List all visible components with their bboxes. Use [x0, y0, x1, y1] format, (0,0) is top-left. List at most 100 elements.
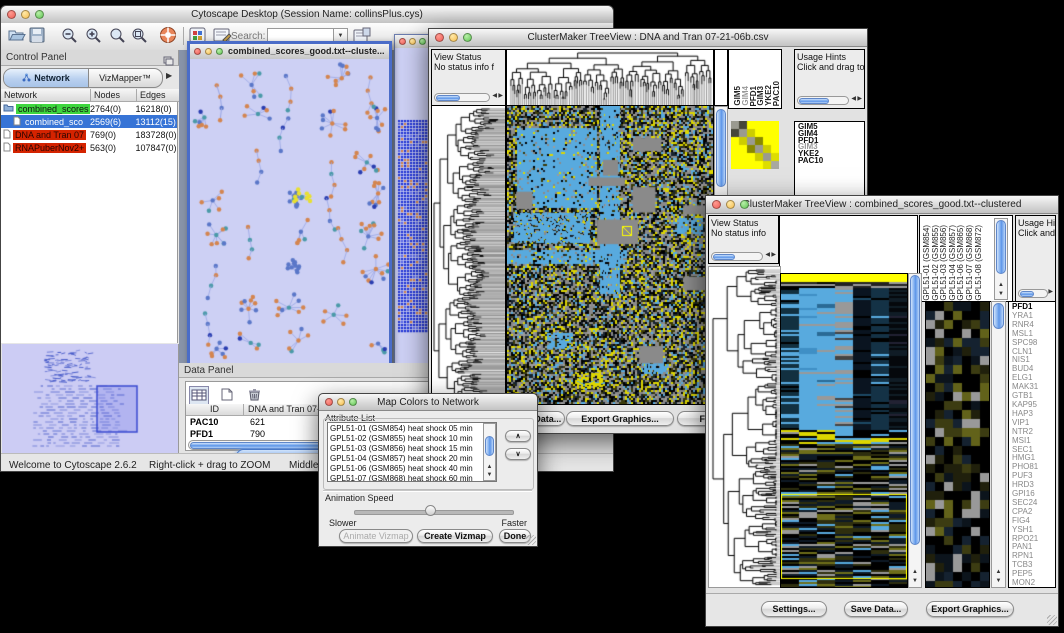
tv1-summary-matrix[interactable]: [731, 121, 779, 169]
tv2-save-data-button[interactable]: Save Data...: [844, 601, 908, 617]
tab-overflow-button[interactable]: ▶: [166, 71, 172, 80]
tv1-vs-hscroll[interactable]: [434, 93, 490, 102]
scroll-thumb[interactable]: [485, 436, 494, 456]
tv2-heatmap[interactable]: [780, 273, 908, 588]
attribute-list-vscroll[interactable]: ▲ ▼: [483, 423, 496, 481]
minimize-button[interactable]: [726, 200, 735, 209]
network-view[interactable]: [190, 59, 389, 363]
zoom-button[interactable]: [419, 38, 426, 45]
col-edges[interactable]: Edges: [137, 89, 179, 102]
attribute-item[interactable]: GPL51-03 (GSM856) heat shock 15 min: [330, 444, 494, 454]
scroll-thumb[interactable]: [993, 303, 1004, 329]
minimize-button[interactable]: [21, 10, 30, 19]
attribute-item[interactable]: GPL51-04 (GSM857) heat shock 20 min: [330, 454, 494, 464]
zoom-button[interactable]: [35, 10, 44, 19]
tab-network[interactable]: Network: [4, 69, 89, 87]
scroll-right-arrow[interactable]: ▶: [857, 94, 862, 104]
scroll-down-arrow[interactable]: ▼: [484, 472, 495, 478]
network-table-row[interactable]: RNAPuberNov2+ 563(0) 107847(0): [1, 141, 177, 154]
resize-grip[interactable]: [1047, 615, 1057, 625]
minimize-button[interactable]: [449, 33, 458, 42]
scroll-up-arrow[interactable]: ▲: [909, 569, 921, 575]
close-button[interactable]: [399, 38, 406, 45]
move-down-button[interactable]: ∨: [505, 448, 531, 460]
scroll-thumb[interactable]: [1020, 291, 1034, 297]
scroll-thumb[interactable]: [910, 275, 920, 545]
tv2-titlebar[interactable]: ClusterMaker TreeView : combined_scores_…: [706, 196, 1058, 214]
scroll-up-arrow[interactable]: ▲: [995, 282, 1007, 288]
speed-slider-thumb[interactable]: [425, 505, 436, 516]
tv2-secondary-heatmap[interactable]: [925, 301, 990, 588]
close-button[interactable]: [194, 48, 201, 55]
zoom-out-icon[interactable]: [61, 27, 79, 50]
network-overview[interactable]: [2, 344, 179, 456]
attribute-listbox[interactable]: GPL51-01 (GSM854) heat shock 05 minGPL51…: [327, 422, 497, 482]
attribute-item[interactable]: GPL51-01 (GSM854) heat shock 05 min: [330, 424, 494, 434]
scroll-down-arrow[interactable]: ▼: [995, 291, 1007, 297]
zoom-button[interactable]: [463, 33, 472, 42]
col-network[interactable]: Network: [1, 89, 91, 102]
scroll-down-arrow[interactable]: ▼: [909, 578, 921, 584]
scroll-thumb[interactable]: [799, 98, 829, 104]
dialog-titlebar[interactable]: Map Colors to Network: [319, 394, 537, 411]
zoom-button[interactable]: [216, 48, 223, 55]
tv1-column-dendrogram[interactable]: [506, 49, 714, 106]
help-icon[interactable]: [159, 26, 178, 50]
scroll-right-arrow[interactable]: ▶: [498, 91, 503, 101]
scroll-left-arrow[interactable]: ◀: [765, 250, 770, 260]
tv2-uh-hscroll[interactable]: [1018, 289, 1048, 298]
tab-vizmapper[interactable]: VizMapper™: [88, 69, 162, 87]
close-button[interactable]: [435, 33, 444, 42]
tv2-labels-vscroll[interactable]: ▲ ▼: [994, 218, 1008, 300]
scroll-up-arrow[interactable]: ▲: [484, 464, 495, 470]
tv2-settings-button[interactable]: Settings...: [761, 601, 827, 617]
scroll-thumb[interactable]: [716, 109, 726, 187]
animate-vizmap-button[interactable]: Animate Vizmap: [339, 529, 413, 543]
scroll-up-arrow[interactable]: ▲: [992, 569, 1005, 575]
tv2-export-graphics-button[interactable]: Export Graphics...: [926, 601, 1014, 617]
scroll-down-arrow[interactable]: ▼: [992, 578, 1005, 584]
scroll-left-arrow[interactable]: ◀: [851, 94, 856, 104]
save-icon[interactable]: [29, 27, 46, 49]
zoom-fit-icon[interactable]: [109, 27, 127, 50]
open-icon[interactable]: [7, 27, 27, 49]
tv1-titlebar[interactable]: ClusterMaker TreeView : DNA and Tran 07-…: [429, 29, 867, 47]
zoom-button[interactable]: [349, 398, 357, 406]
zoom-button[interactable]: [740, 200, 749, 209]
tv1-export-graphics-button[interactable]: Export Graphics...: [566, 411, 674, 426]
attribute-item[interactable]: GPL51-06 (GSM865) heat shock 40 min: [330, 464, 494, 474]
col-nodes[interactable]: Nodes: [91, 89, 137, 102]
tv1-row-dendrogram[interactable]: [431, 106, 506, 405]
main-titlebar[interactable]: Cytoscape Desktop (Session Name: collins…: [1, 6, 613, 24]
scroll-left-arrow[interactable]: ◀: [492, 91, 497, 101]
minimize-button[interactable]: [409, 38, 416, 45]
close-button[interactable]: [712, 200, 721, 209]
zoom-in-icon[interactable]: [85, 27, 103, 50]
tv1-uh-hscroll[interactable]: [797, 96, 849, 105]
attribute-item[interactable]: GPL51-02 (GSM855) heat shock 10 min: [330, 434, 494, 444]
network-table-row[interactable]: combined_sco 2569(6) 13112(15): [1, 115, 177, 128]
scroll-thumb[interactable]: [713, 254, 735, 260]
network-table-row[interactable]: combined_scores 2764(0) 16218(0): [1, 102, 177, 115]
network-table-row[interactable]: DNA and Tran 07 769(0) 183728(0): [1, 128, 177, 141]
scroll-thumb[interactable]: [996, 220, 1006, 274]
minimize-button[interactable]: [205, 48, 212, 55]
close-button[interactable]: [7, 10, 16, 19]
tv1-heatmap[interactable]: [506, 106, 714, 405]
scroll-right-arrow[interactable]: ▶: [1048, 287, 1053, 297]
scroll-right-arrow[interactable]: ▶: [771, 250, 776, 260]
move-up-button[interactable]: ∧: [505, 430, 531, 442]
tv2-vs-hscroll[interactable]: [711, 252, 763, 261]
zoom-selected-icon[interactable]: [131, 27, 149, 50]
minimize-button[interactable]: [337, 398, 345, 406]
tv2-row-dendrogram[interactable]: [708, 266, 781, 588]
network-window-titlebar[interactable]: combined_scores_good.txt--cluste...: [190, 44, 389, 60]
tv2-heatmap-vscroll[interactable]: ▲ ▼: [908, 273, 922, 588]
attribute-item[interactable]: GPL51-07 (GSM868) heat shock 60 min: [330, 474, 494, 482]
scroll-thumb[interactable]: [436, 95, 460, 101]
create-vizmap-button[interactable]: Create Vizmap: [417, 529, 493, 543]
attr-col-id[interactable]: ID: [186, 404, 244, 416]
resize-grip[interactable]: [526, 535, 536, 545]
close-button[interactable]: [325, 398, 333, 406]
tv2-genes-vscroll[interactable]: ▲ ▼: [991, 301, 1006, 588]
